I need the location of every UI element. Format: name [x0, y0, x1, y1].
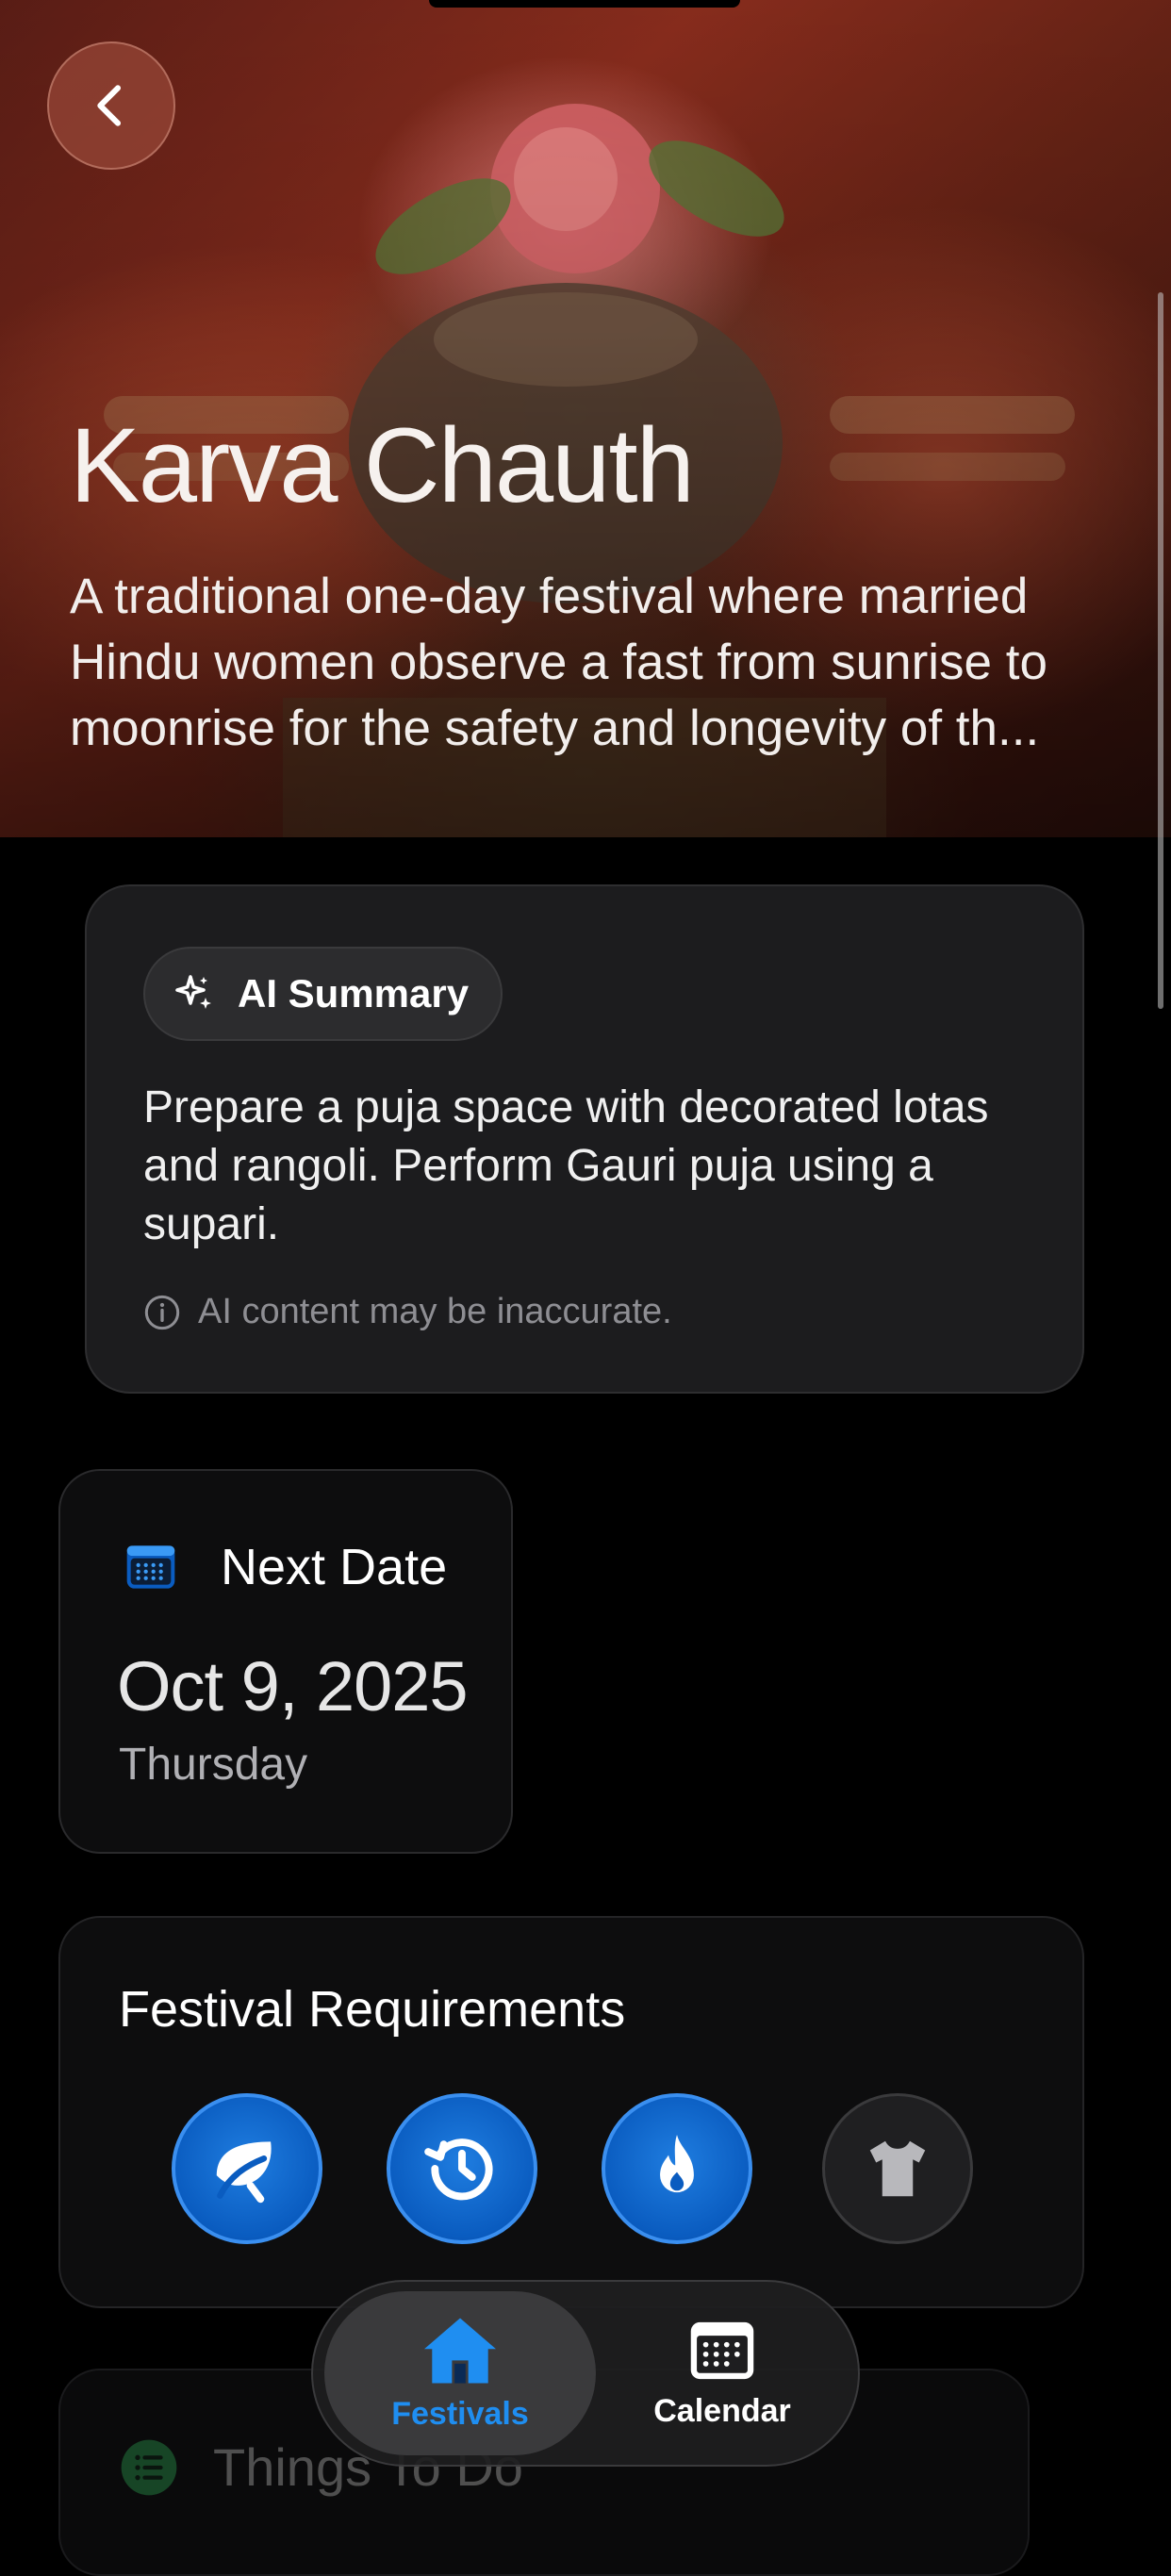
ai-disclaimer: AI content may be inaccurate. [143, 1292, 672, 1332]
festival-description: A traditional one-day festival where mar… [70, 569, 1047, 756]
next-date-value: Oct 9, 2025 [117, 1647, 469, 1726]
ai-disclaimer-text: AI content may be inaccurate. [198, 1292, 672, 1331]
leaf-icon [216, 2141, 272, 2204]
scroll-indicator[interactable] [1158, 292, 1163, 1009]
info-icon [144, 1295, 180, 1329]
requirement-history-button[interactable] [387, 2093, 537, 2244]
next-date-weekday: Thursday [119, 1740, 308, 1790]
next-date-card[interactable]: Next Date Oct 9, 2025 Thursday [58, 1469, 513, 1854]
calendar-grid-icon [690, 2321, 754, 2379]
tab-festivals[interactable]: Festivals [324, 2291, 596, 2455]
next-date-header: Next Date [121, 1537, 447, 1597]
sparkles-icon [175, 975, 211, 1009]
tshirt-icon [869, 2140, 926, 2197]
festival-requirements-card: Festival Requirements [58, 1916, 1084, 2308]
ai-summary-text: Prepare a puja space with decorated lota… [143, 1082, 989, 1249]
chevron-left-icon [97, 85, 122, 126]
calendar-icon [126, 1545, 175, 1589]
festival-requirements-title: Festival Requirements [119, 1981, 626, 2038]
ai-summary-label: AI Summary [238, 971, 470, 1016]
history-clock-icon [424, 2138, 493, 2201]
house-icon [424, 2317, 496, 2384]
requirement-clothing-button[interactable] [822, 2093, 973, 2244]
flame-icon [660, 2135, 694, 2193]
next-date-label: Next Date [221, 1539, 448, 1595]
ai-summary-chip[interactable]: AI Summary [143, 947, 503, 1041]
tab-calendar-label: Calendar [653, 2392, 791, 2429]
tab-calendar[interactable]: Calendar [592, 2291, 852, 2455]
requirement-flame-button[interactable] [602, 2093, 752, 2244]
requirement-leaf-button[interactable] [172, 2093, 322, 2244]
list-icon [121, 2439, 177, 2495]
tab-festivals-label: Festivals [391, 2395, 529, 2432]
tab-bar: Festivals Calendar [311, 2280, 860, 2467]
ai-summary-card: AI Summary Prepare a puja space with dec… [85, 884, 1084, 1394]
device-notch [429, 0, 740, 8]
back-button[interactable] [47, 41, 175, 170]
page-title: Karva Chauth [70, 406, 695, 524]
